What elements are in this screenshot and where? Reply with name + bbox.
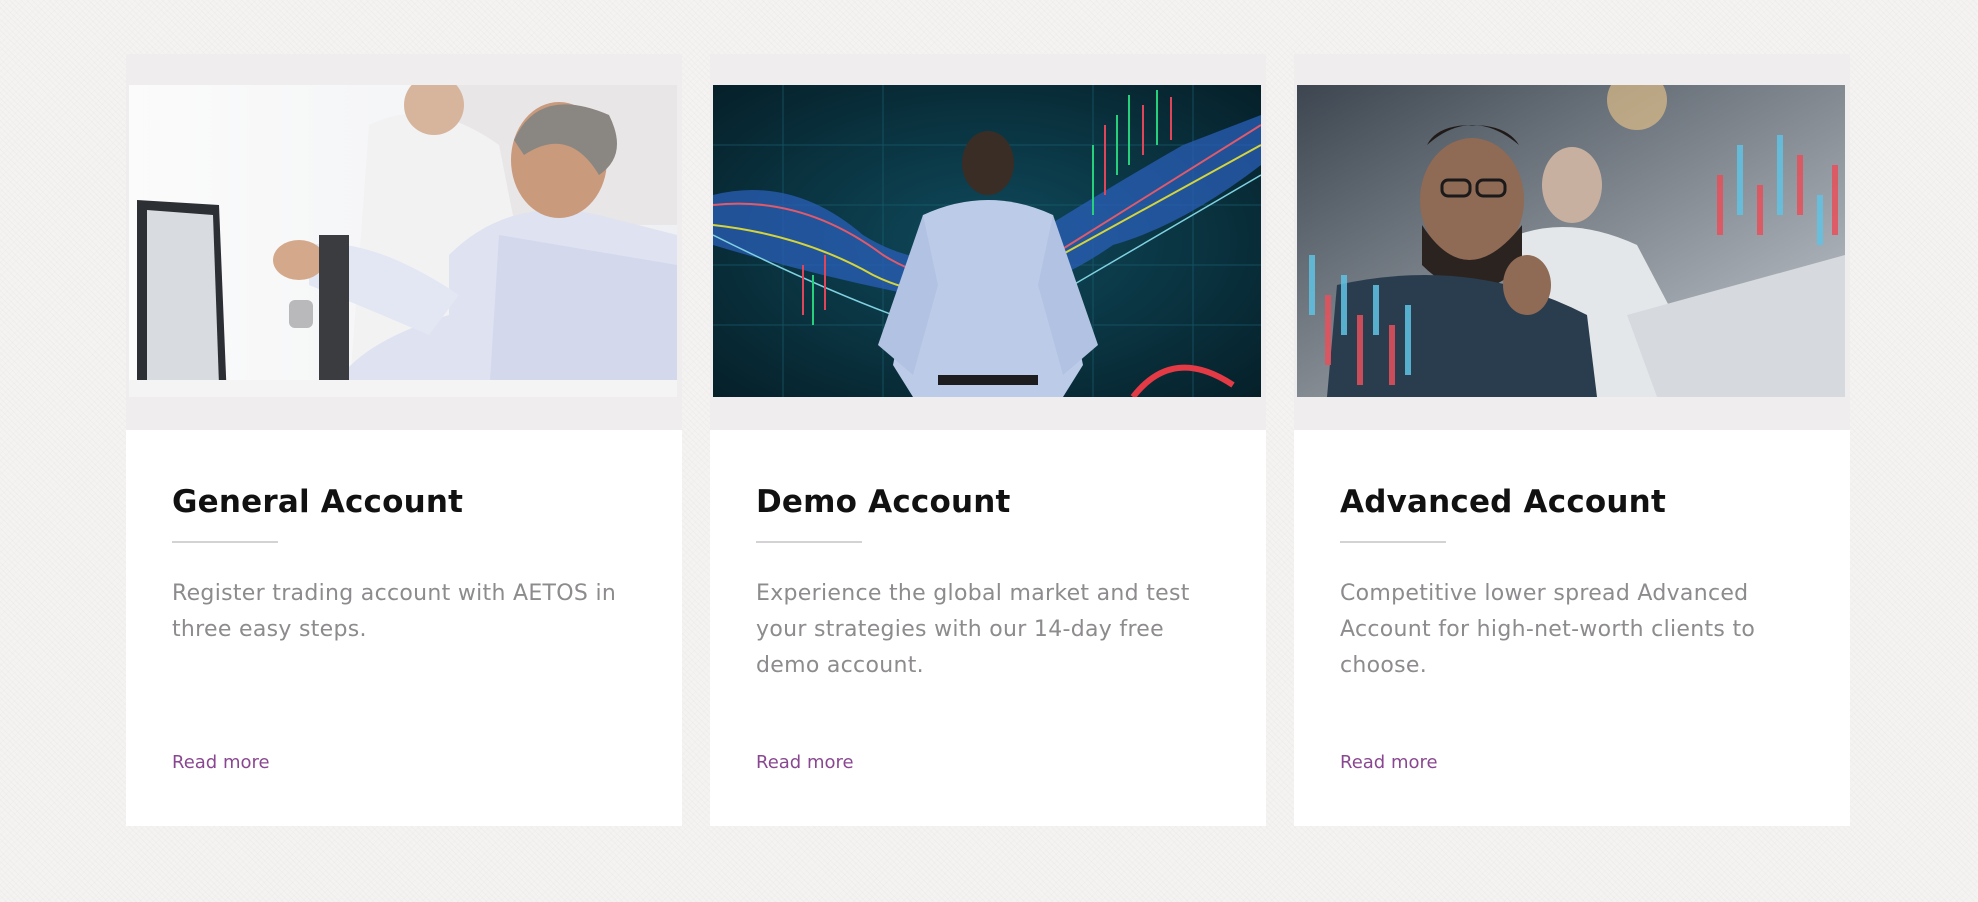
card-body: Advanced Account Competitive lower sprea… bbox=[1294, 430, 1850, 826]
trader-at-monitor-photo bbox=[129, 85, 677, 397]
read-more-link[interactable]: Read more bbox=[1340, 752, 1438, 773]
card-demo-account[interactable]: Demo Account Experience the global marke… bbox=[710, 54, 1266, 826]
analysts-with-candlestick-overlay-photo bbox=[1297, 85, 1845, 397]
card-media bbox=[710, 54, 1266, 430]
card-description: Register trading account with AETOS in t… bbox=[172, 581, 617, 642]
read-more-link[interactable]: Read more bbox=[172, 752, 270, 773]
man-facing-market-charts-photo bbox=[713, 85, 1261, 397]
card-title: Demo Account bbox=[756, 484, 1011, 520]
card-title: General Account bbox=[172, 484, 464, 520]
card-general-account[interactable]: General Account Register trading account… bbox=[126, 54, 682, 826]
card-media bbox=[1294, 54, 1850, 430]
card-description: Experience the global market and test yo… bbox=[756, 581, 1190, 678]
card-title: Advanced Account bbox=[1340, 484, 1666, 520]
read-more-link[interactable]: Read more bbox=[756, 752, 854, 773]
card-media bbox=[126, 54, 682, 430]
title-divider bbox=[172, 541, 278, 543]
title-divider bbox=[1340, 541, 1446, 543]
card-body: Demo Account Experience the global marke… bbox=[710, 430, 1266, 826]
card-description: Competitive lower spread Advanced Accoun… bbox=[1340, 581, 1756, 678]
title-divider bbox=[756, 541, 862, 543]
account-cards-section: General Account Register trading account… bbox=[126, 54, 1850, 826]
card-body: General Account Register trading account… bbox=[126, 430, 682, 826]
card-advanced-account[interactable]: Advanced Account Competitive lower sprea… bbox=[1294, 54, 1850, 826]
